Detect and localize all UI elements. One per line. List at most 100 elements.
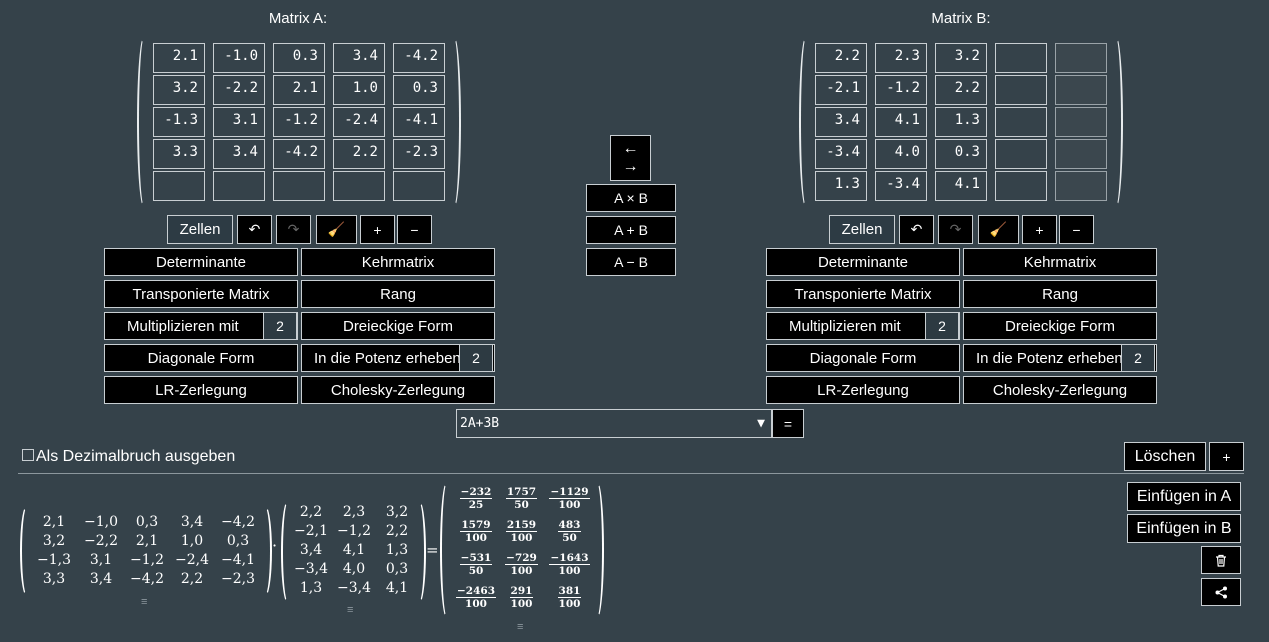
b-inverse-button[interactable]: Kehrmatrix: [963, 248, 1157, 276]
a-times-b-button[interactable]: A × B: [586, 184, 676, 212]
matrix-a-cell[interactable]: 2.2: [333, 139, 385, 169]
expression-select[interactable]: 2A+3B ▼: [456, 409, 772, 438]
matrix-a-cell[interactable]: [213, 171, 265, 201]
a-power-input[interactable]: 2: [459, 344, 493, 372]
matrix-b-cell[interactable]: [995, 43, 1047, 73]
clear-broom-icon[interactable]: 🧹: [316, 215, 357, 244]
matrix-b-cell[interactable]: 4.1: [935, 171, 987, 201]
result-a-drag-handle[interactable]: ≡: [141, 596, 147, 608]
matrix-a-cell[interactable]: 3.3: [153, 139, 205, 169]
a-lu-button[interactable]: LR-Zerlegung: [104, 376, 298, 404]
matrix-b-cell[interactable]: -3.4: [875, 171, 927, 201]
b-transpose-button[interactable]: Transponierte Matrix: [766, 280, 960, 308]
matrix-a-cell[interactable]: 0.3: [393, 75, 445, 105]
b-lu-button[interactable]: LR-Zerlegung: [766, 376, 960, 404]
cells-button-b[interactable]: Zellen: [829, 215, 895, 244]
matrix-b-cell[interactable]: 0.3: [935, 139, 987, 169]
matrix-b-cell[interactable]: -3.4: [815, 139, 867, 169]
matrix-b-cell[interactable]: 2.2: [815, 43, 867, 73]
matrix-a-cell[interactable]: 2.1: [273, 75, 325, 105]
b-multiply-input[interactable]: 2: [925, 312, 959, 340]
matrix-b-cell[interactable]: [1055, 139, 1107, 169]
add-cell-button-b[interactable]: +: [1022, 215, 1057, 244]
b-diagonal-button[interactable]: Diagonale Form: [766, 344, 960, 372]
matrix-b-cell[interactable]: [995, 75, 1047, 105]
matrix-a-cell[interactable]: 3.4: [333, 43, 385, 73]
matrix-a-cell[interactable]: -4.2: [393, 43, 445, 73]
matrix-b-cell[interactable]: 3.2: [935, 43, 987, 73]
matrix-a-cell[interactable]: -2.4: [333, 107, 385, 137]
matrix-a-cell[interactable]: [273, 171, 325, 201]
result-b-cell: −1,2: [337, 523, 371, 539]
result-b-grid: 2,2 2,3 3,2 −2,1 −1,2 2,2 3,4 4,1 1,3 −3,4 4,0 0…: [291, 503, 417, 598]
matrix-b-cell[interactable]: 2.2: [935, 75, 987, 105]
b-triangular-button[interactable]: Dreieckige Form: [963, 312, 1157, 340]
delete-button[interactable]: Löschen: [1124, 442, 1206, 471]
matrix-b-cell[interactable]: -2.1: [815, 75, 867, 105]
undo-button[interactable]: ↶: [237, 215, 272, 244]
matrix-b-cell[interactable]: -1.2: [875, 75, 927, 105]
a-transpose-button[interactable]: Transponierte Matrix: [104, 280, 298, 308]
matrix-a-cell[interactable]: 3.1: [213, 107, 265, 137]
b-power-input[interactable]: 2: [1121, 344, 1155, 372]
a-cholesky-button[interactable]: Cholesky-Zerlegung: [301, 376, 495, 404]
remove-cell-button-b[interactable]: −: [1059, 215, 1094, 244]
add-result-button[interactable]: +: [1209, 442, 1244, 471]
result-c-drag-handle[interactable]: ≡: [517, 621, 523, 633]
matrix-a-cell[interactable]: [393, 171, 445, 201]
matrix-a-cell[interactable]: -1.0: [213, 43, 265, 73]
matrix-b-cell[interactable]: 4.1: [875, 107, 927, 137]
matrix-a-cell[interactable]: -2.3: [393, 139, 445, 169]
redo-button[interactable]: ↷: [276, 215, 311, 244]
trash-icon[interactable]: [1201, 546, 1241, 574]
matrix-a-cell[interactable]: 2.1: [153, 43, 205, 73]
matrix-a-cell[interactable]: 3.2: [153, 75, 205, 105]
a-plus-b-button[interactable]: A + B: [586, 216, 676, 244]
result-b-drag-handle[interactable]: ≡: [347, 604, 353, 616]
a-inverse-button[interactable]: Kehrmatrix: [301, 248, 495, 276]
swap-button[interactable]: ← →: [610, 135, 651, 181]
decimal-checkbox[interactable]: [22, 449, 34, 461]
a-minus-b-button[interactable]: A − B: [586, 248, 676, 276]
a-rank-button[interactable]: Rang: [301, 280, 495, 308]
matrix-a-cell[interactable]: [153, 171, 205, 201]
share-icon[interactable]: [1201, 578, 1241, 606]
insert-into-a-button[interactable]: Einfügen in A: [1127, 482, 1241, 511]
a-triangular-button[interactable]: Dreieckige Form: [301, 312, 495, 340]
matrix-a-cell[interactable]: -1.3: [153, 107, 205, 137]
b-determinant-button[interactable]: Determinante: [766, 248, 960, 276]
matrix-a-cell[interactable]: -4.1: [393, 107, 445, 137]
matrix-b-cell[interactable]: [995, 107, 1047, 137]
remove-cell-button[interactable]: −: [397, 215, 432, 244]
matrix-a-cell[interactable]: 3.4: [213, 139, 265, 169]
matrix-a-cell[interactable]: -2.2: [213, 75, 265, 105]
matrix-b-cell[interactable]: 2.3: [875, 43, 927, 73]
matrix-b-cell[interactable]: 4.0: [875, 139, 927, 169]
matrix-a-cell[interactable]: 1.0: [333, 75, 385, 105]
evaluate-button[interactable]: =: [772, 409, 804, 438]
redo-button-b[interactable]: ↷: [938, 215, 973, 244]
cells-button[interactable]: Zellen: [167, 215, 233, 244]
matrix-a-cell[interactable]: 0.3: [273, 43, 325, 73]
b-rank-button[interactable]: Rang: [963, 280, 1157, 308]
matrix-b-cell[interactable]: [1055, 107, 1107, 137]
insert-into-b-button[interactable]: Einfügen in B: [1127, 514, 1241, 543]
b-cholesky-button[interactable]: Cholesky-Zerlegung: [963, 376, 1157, 404]
matrix-a-cell[interactable]: -4.2: [273, 139, 325, 169]
undo-button-b[interactable]: ↶: [899, 215, 934, 244]
matrix-b-cell[interactable]: 1.3: [935, 107, 987, 137]
matrix-b-cell[interactable]: [1055, 75, 1107, 105]
matrix-a-cell[interactable]: -1.2: [273, 107, 325, 137]
matrix-b-cell[interactable]: 1.3: [815, 171, 867, 201]
a-diagonal-button[interactable]: Diagonale Form: [104, 344, 298, 372]
matrix-b-cell[interactable]: [1055, 43, 1107, 73]
matrix-b-cell[interactable]: [1055, 171, 1107, 201]
matrix-b-cell[interactable]: [995, 139, 1047, 169]
a-determinant-button[interactable]: Determinante: [104, 248, 298, 276]
clear-broom-icon-b[interactable]: 🧹: [978, 215, 1019, 244]
add-cell-button[interactable]: +: [360, 215, 395, 244]
matrix-b-cell[interactable]: 3.4: [815, 107, 867, 137]
matrix-a-cell[interactable]: [333, 171, 385, 201]
a-multiply-input[interactable]: 2: [263, 312, 297, 340]
matrix-b-cell[interactable]: [995, 171, 1047, 201]
